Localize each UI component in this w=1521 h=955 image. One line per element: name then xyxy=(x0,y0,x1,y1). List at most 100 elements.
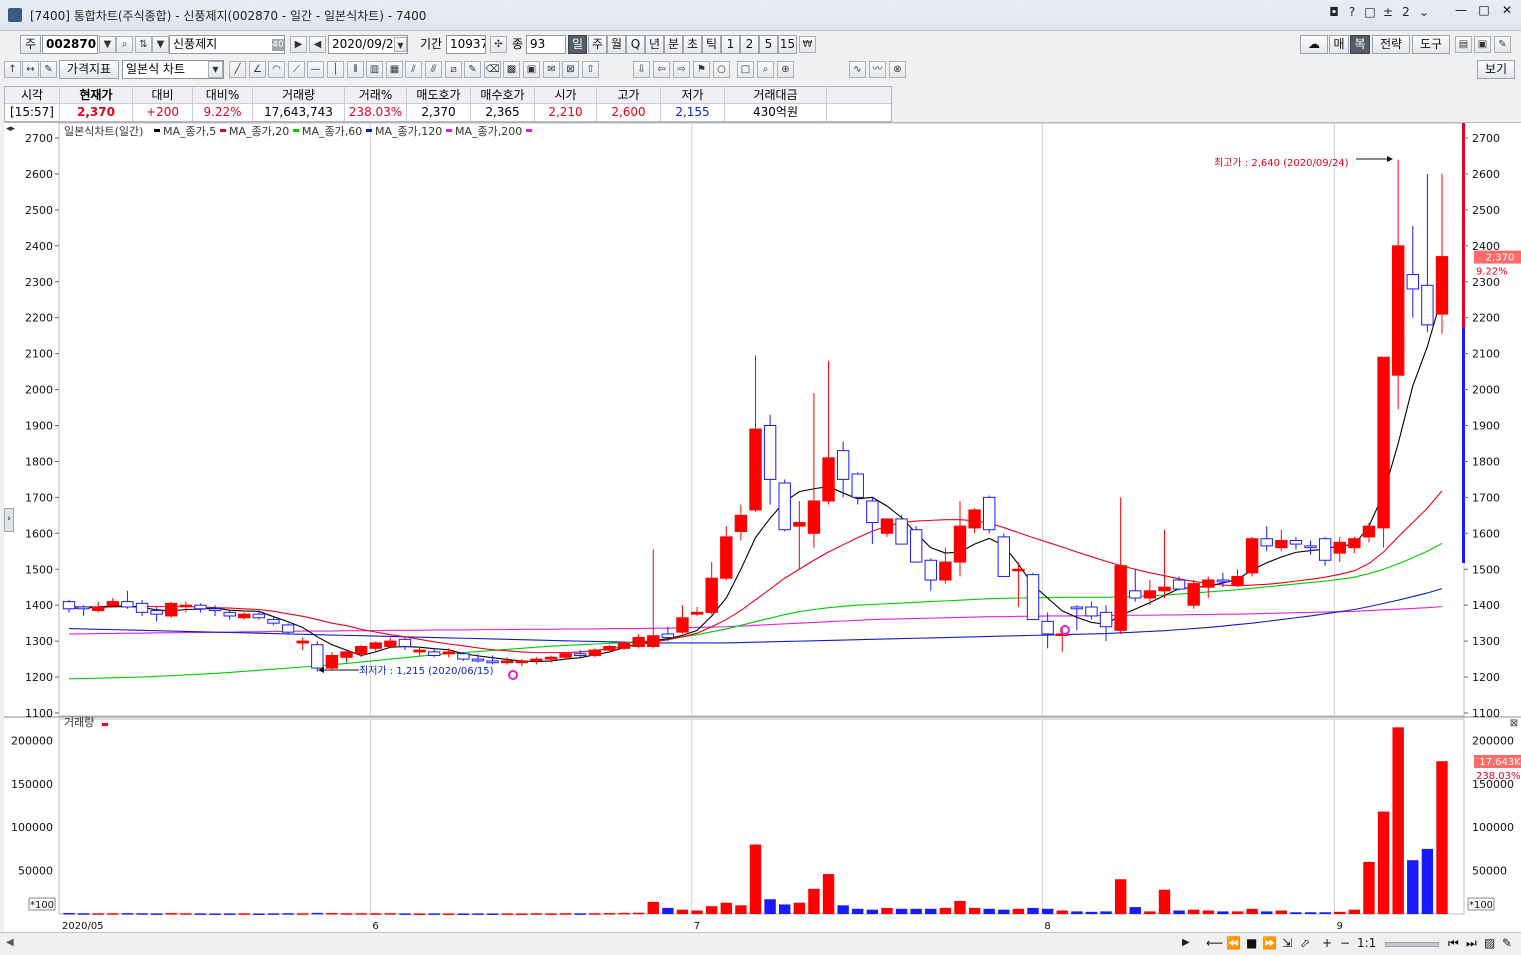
wrench-icon[interactable]: ✎ xyxy=(1494,36,1511,53)
screen-number[interactable]: 2 xyxy=(1397,5,1415,19)
chevron-down-icon[interactable]: ▼ xyxy=(394,37,407,52)
palette-icon[interactable]: ▩ xyxy=(503,61,520,78)
interval-5[interactable]: 5 xyxy=(759,35,778,54)
eraser-icon[interactable]: ⌫ xyxy=(484,61,501,78)
interval-week[interactable]: 주 xyxy=(588,35,607,54)
buy-sell-button[interactable]: 매 xyxy=(1329,35,1349,54)
up-arrow-icon[interactable]: ⇧ xyxy=(582,61,599,78)
horizontal-line-icon[interactable]: — xyxy=(307,61,324,78)
fast-forward-icon[interactable]: ⏩ xyxy=(1262,936,1277,950)
save-icon[interactable]: ▣ xyxy=(1474,36,1491,53)
tools-button[interactable]: 도구 xyxy=(1412,35,1450,54)
interval-15[interactable]: 15 xyxy=(778,35,797,54)
last-page-icon[interactable]: ⏭ xyxy=(1466,936,1477,951)
zoom-out-icon[interactable]: − xyxy=(1340,936,1350,950)
regression-icon[interactable]: ⫽ xyxy=(405,61,422,78)
interval-quarter[interactable]: Q xyxy=(626,35,645,54)
chevron-down-icon[interactable]: ▼ xyxy=(99,36,116,53)
fibonacci-icon[interactable]: ⦀ xyxy=(347,61,364,78)
period-line-icon[interactable]: ▥ xyxy=(366,61,383,78)
chart-area[interactable]: 1100 1100 1200 1200 1300 1300 1400 1400 1500 1500… xyxy=(4,122,1521,933)
sine-icon[interactable]: 〰 xyxy=(869,61,886,78)
channel-icon[interactable]: ⧄ xyxy=(445,61,462,78)
side-panel-toggle[interactable]: › xyxy=(4,508,14,532)
interval-minute[interactable]: 분 xyxy=(664,35,683,54)
right-arrow-icon[interactable]: ⇨ xyxy=(673,61,690,78)
view-button[interactable]: 보기 xyxy=(1477,60,1515,79)
market-select[interactable]: 주 xyxy=(20,35,41,54)
collapse-icon[interactable]: ◂▸ xyxy=(6,124,15,134)
pencil-icon[interactable]: ✎ xyxy=(464,61,481,78)
color-icon[interactable]: ▣ xyxy=(523,61,540,78)
zoom-area-icon[interactable]: ⬀ xyxy=(1300,936,1310,950)
folder-icon[interactable]: ▤ xyxy=(1455,36,1472,53)
price-indicator-button[interactable]: 가격지표 xyxy=(59,60,119,79)
interval-second[interactable]: 초 xyxy=(683,35,702,54)
stop-icon[interactable]: ■ xyxy=(1246,936,1257,950)
trendline-icon[interactable]: ╱ xyxy=(229,61,246,78)
zoom-in-icon[interactable]: + xyxy=(1322,936,1332,950)
close-pane-icon[interactable]: ⊠ xyxy=(1510,718,1518,729)
next-stock-icon[interactable]: ▶ xyxy=(290,36,307,53)
restore-layout-icon[interactable]: □ xyxy=(1361,5,1379,19)
chevron-down-icon[interactable]: ⌄ xyxy=(1415,5,1433,19)
ratio-icon[interactable]: 1:1 xyxy=(1357,936,1376,950)
link-icon[interactable]: ± xyxy=(1379,5,1397,19)
export-icon[interactable]: ▨ xyxy=(1484,936,1495,950)
help-icon[interactable]: ? xyxy=(1343,5,1361,19)
stock-name-field[interactable]: 신풍제지 xyxy=(169,35,285,54)
arc-icon[interactable]: ◠ xyxy=(268,61,285,78)
custom-interval-icon[interactable]: ₩ xyxy=(799,36,816,53)
interval-month[interactable]: 월 xyxy=(607,35,626,54)
zoom-range-icon[interactable]: ⇲ xyxy=(1282,936,1292,950)
expand-icon[interactable]: ↔ xyxy=(22,61,39,78)
scroll-left-icon[interactable]: ◀ xyxy=(6,937,20,951)
clear-icon[interactable]: ⊗ xyxy=(889,61,906,78)
price-volume-chart[interactable]: 1100 1100 1200 1200 1300 1300 1400 1400 1500 1500… xyxy=(4,123,1521,933)
zoom-tool-icon[interactable]: ⊕ xyxy=(777,61,794,78)
count-input[interactable]: 93 xyxy=(526,35,566,54)
wave-icon[interactable]: ∿ xyxy=(849,61,866,78)
interval-day[interactable]: 일 xyxy=(568,35,587,54)
interval-1[interactable]: 1 xyxy=(721,35,740,54)
period-input[interactable]: 10937 xyxy=(446,35,486,54)
crosshair-icon[interactable]: ✣ xyxy=(490,36,507,53)
marker-icon[interactable]: ⚑ xyxy=(693,61,710,78)
strategy-button[interactable]: 전략 xyxy=(1372,35,1410,54)
parallel-lines-icon[interactable]: ⫻ xyxy=(425,61,442,78)
scroll-right-icon[interactable]: ▶ xyxy=(1182,937,1196,951)
rectangle-icon[interactable]: □ xyxy=(737,61,754,78)
vertical-line-icon[interactable]: │ xyxy=(327,61,344,78)
close-button[interactable]: ✕ xyxy=(1496,3,1518,17)
first-page-icon[interactable]: ⏮ xyxy=(1448,936,1459,951)
down-arrow-icon[interactable]: ⇩ xyxy=(633,61,650,78)
minimize-button[interactable]: — xyxy=(1450,3,1472,17)
settings-icon[interactable]: ✎ xyxy=(1502,936,1512,950)
interval-2[interactable]: 2 xyxy=(740,35,759,54)
stock-code-input[interactable]: 002870 xyxy=(42,35,98,54)
zoom-slider[interactable] xyxy=(1385,942,1439,947)
search-icon[interactable]: ⌕ xyxy=(116,36,133,53)
note-icon[interactable]: ✉ xyxy=(543,61,560,78)
drag-icon[interactable]: ⟵ xyxy=(1206,936,1223,950)
multi-button[interactable]: 복 xyxy=(1350,35,1370,54)
edit-icon[interactable]: ✎ xyxy=(40,61,57,78)
pin-icon[interactable]: ◘ xyxy=(1325,5,1343,19)
circle-icon[interactable]: ○ xyxy=(713,61,730,78)
angle-line-icon[interactable]: ∠ xyxy=(249,61,266,78)
magnifier-icon[interactable]: ⌕ xyxy=(757,61,774,78)
rewind-icon[interactable]: ⏪ xyxy=(1226,936,1241,950)
delete-all-icon[interactable]: ⊠ xyxy=(562,61,579,78)
left-arrow-icon[interactable]: ⇦ xyxy=(653,61,670,78)
chevron-down-icon[interactable]: ▼ xyxy=(208,61,223,78)
cycle-icon[interactable]: ▦ xyxy=(386,61,403,78)
cloud-icon[interactable]: ☁ xyxy=(1300,35,1328,54)
chevron-down-icon[interactable]: ▼ xyxy=(152,36,169,53)
sort-icon[interactable]: ⇅ xyxy=(135,36,152,53)
interval-tick[interactable]: 틱 xyxy=(702,35,721,54)
up-arrow-icon[interactable]: ↑ xyxy=(4,61,21,78)
maximize-button[interactable]: □ xyxy=(1473,3,1495,17)
interval-year[interactable]: 년 xyxy=(645,35,664,54)
fan-icon[interactable]: ⟋ xyxy=(288,61,305,78)
prev-stock-icon[interactable]: ◀ xyxy=(309,36,326,53)
